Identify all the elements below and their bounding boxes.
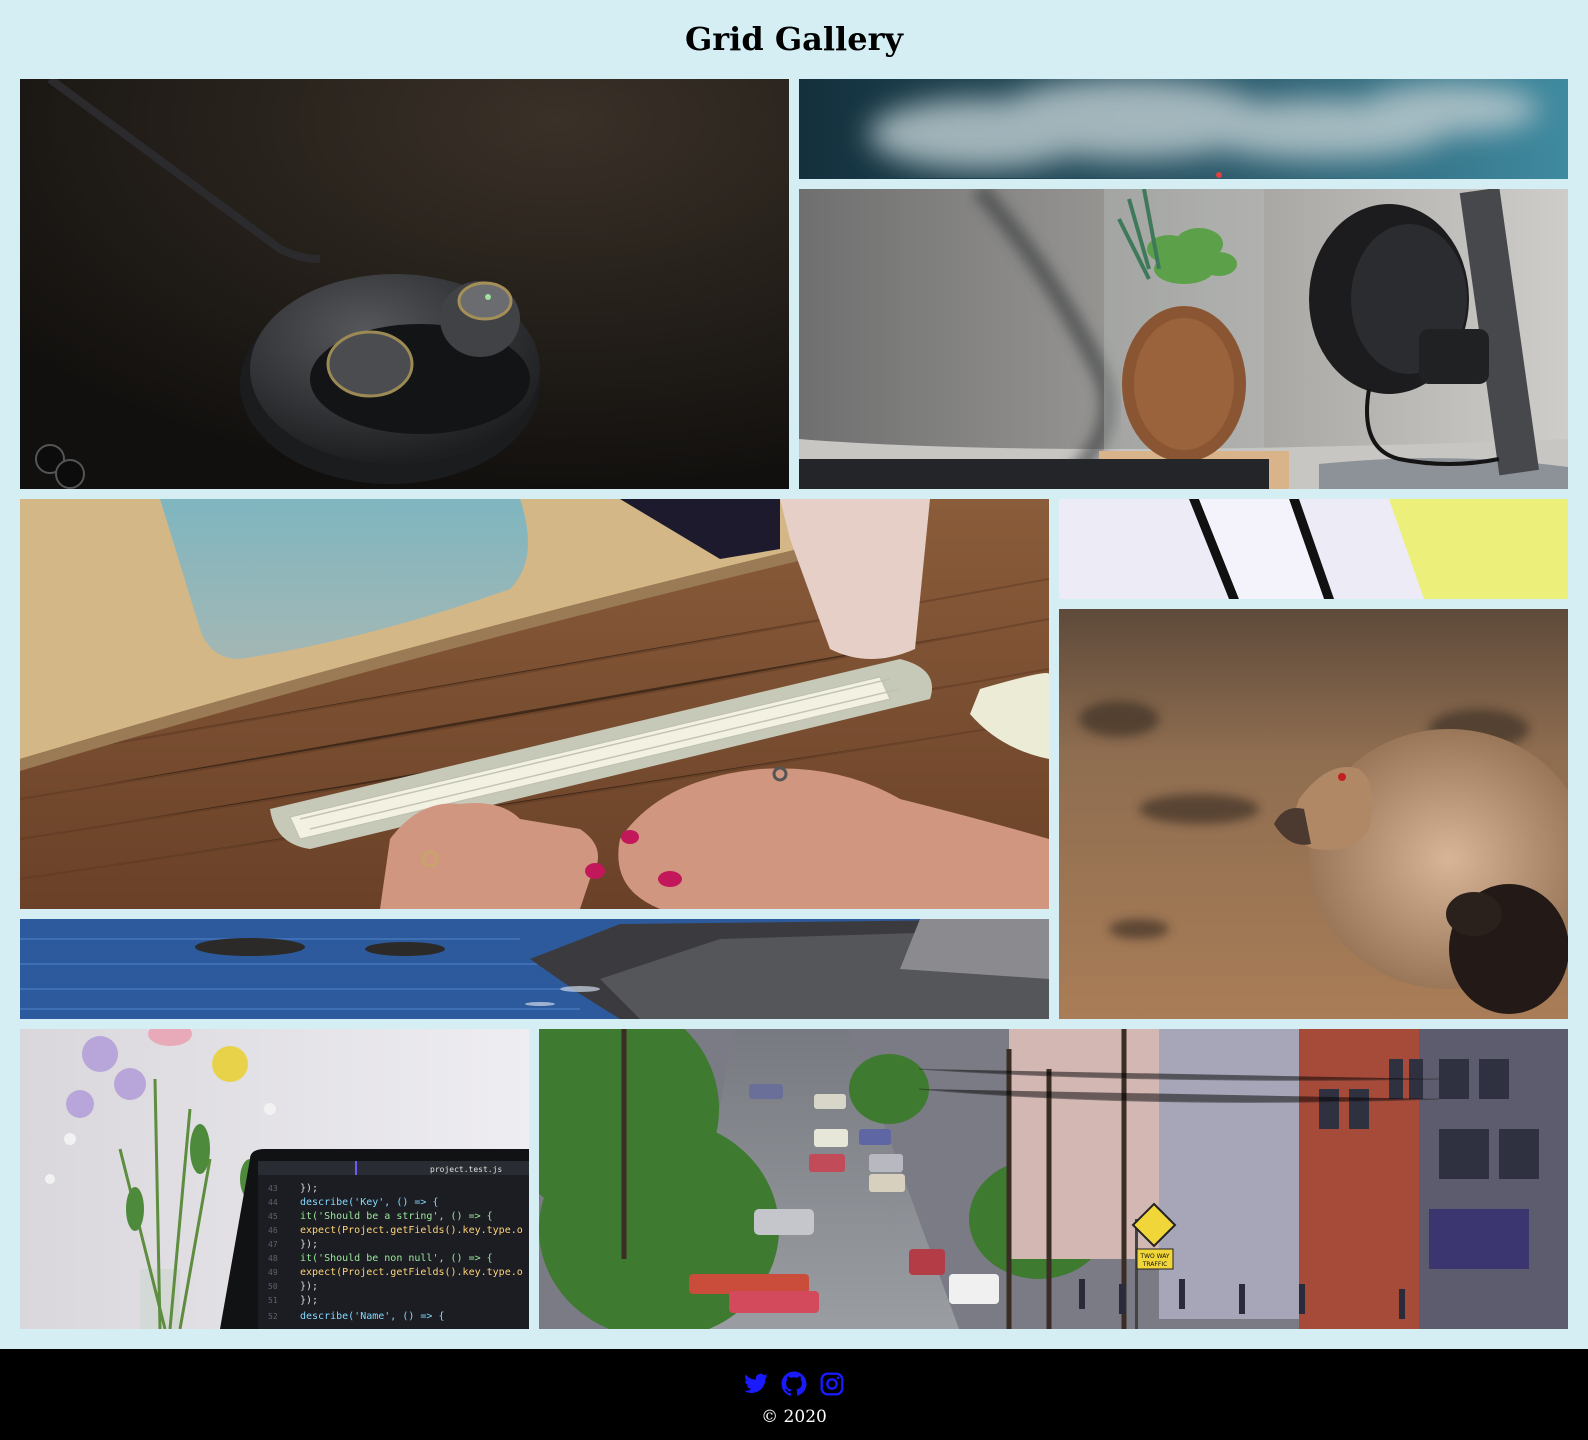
github-icon	[781, 1371, 807, 1396]
code-line: it('Should be non null', () => {	[300, 1253, 493, 1264]
svg-text:45: 45	[268, 1212, 278, 1221]
code-line: });	[300, 1239, 318, 1250]
svg-text:50: 50	[268, 1282, 278, 1291]
svg-text:49: 49	[268, 1268, 278, 1277]
code-line: describe('Key', () => {	[300, 1197, 438, 1208]
copyright-text: © 2020	[761, 1407, 827, 1427]
code-line: });	[300, 1183, 318, 1194]
instagram-link[interactable]	[819, 1371, 845, 1397]
street-photo[interactable]: TWO WAY TRAFFIC	[539, 1029, 1568, 1329]
code-line: expect(Project.getFields().key.type.o	[300, 1225, 523, 1236]
code-tab-label: project.test.js	[430, 1165, 502, 1174]
street-sign-line-1: TWO WAY	[1139, 1253, 1169, 1260]
street-sign-line-2: TRAFFIC	[1142, 1261, 1168, 1268]
twitter-icon	[744, 1373, 768, 1393]
svg-text:46: 46	[268, 1226, 278, 1235]
code-line: });	[300, 1281, 318, 1292]
smoke-photo[interactable]	[799, 79, 1568, 179]
code-line: it('Should be a string', () => {	[300, 1211, 493, 1222]
svg-text:48: 48	[268, 1254, 278, 1263]
svg-text:43: 43	[268, 1184, 278, 1193]
headphones-plant-photo[interactable]	[799, 189, 1568, 489]
footer: © 2020	[0, 1349, 1588, 1440]
svg-text:47: 47	[268, 1240, 278, 1249]
code-line: describe('Name', () => {	[300, 1311, 445, 1322]
phone-photo[interactable]	[1059, 499, 1568, 599]
social-links	[0, 1371, 1588, 1397]
code-line: expect(Project.getFields().key.type.o	[300, 1267, 523, 1278]
keyboard-typing-photo[interactable]	[20, 499, 1049, 909]
instagram-icon	[820, 1372, 844, 1396]
svg-text:44: 44	[268, 1198, 278, 1207]
laptop-code-photo[interactable]: project.test.js }); describe('Key', () =…	[20, 1029, 529, 1329]
coast-photo[interactable]	[20, 919, 1049, 1019]
sheep-photo[interactable]	[1059, 609, 1568, 1019]
github-link[interactable]	[781, 1371, 807, 1397]
twitter-link[interactable]	[743, 1371, 769, 1397]
code-line: });	[300, 1295, 318, 1306]
earbuds-photo[interactable]	[20, 79, 789, 489]
page-title: Grid Gallery	[684, 20, 904, 58]
svg-text:51: 51	[268, 1296, 278, 1305]
svg-text:52: 52	[268, 1312, 278, 1321]
